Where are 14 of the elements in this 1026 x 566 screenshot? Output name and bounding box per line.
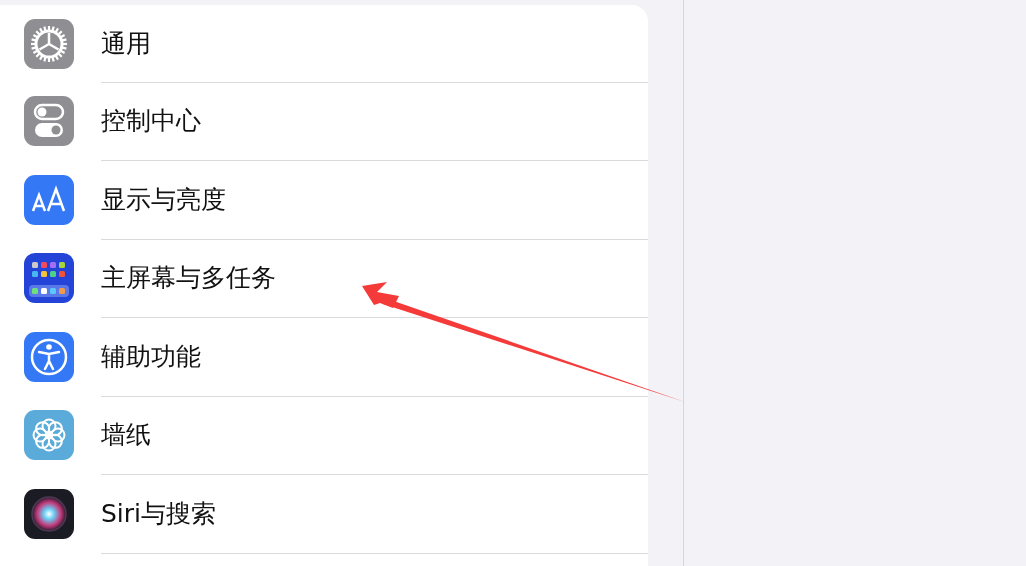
- settings-item[interactable]: 辅助功能: [101, 339, 201, 373]
- toggles-icon: [24, 96, 74, 147]
- settings-item[interactable]: 通用: [101, 26, 151, 60]
- letters-icon: [24, 174, 74, 225]
- settings-item[interactable]: 控制中心: [101, 104, 201, 138]
- flower-icon: [24, 410, 74, 461]
- gear-icon: [24, 18, 74, 69]
- orb-icon: [24, 488, 74, 539]
- settings-item[interactable]: 显示与亮度: [101, 182, 226, 216]
- accessibility-icon: [24, 331, 74, 382]
- settings-item[interactable]: Siri与搜索: [101, 496, 217, 530]
- home-screen-icon: [24, 253, 74, 304]
- settings-item[interactable]: 主屏幕与多任务: [101, 261, 276, 295]
- settings-item[interactable]: 墙纸: [101, 418, 151, 452]
